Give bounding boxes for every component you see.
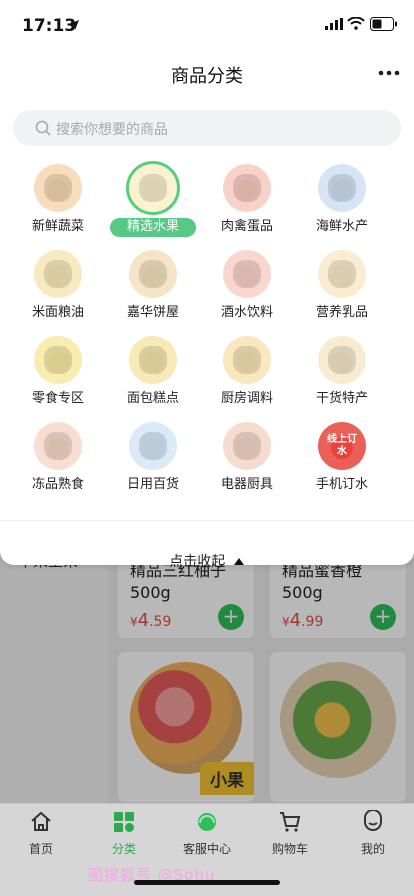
- category-item[interactable]: 精选水果: [105, 161, 201, 237]
- home-indicator: [134, 880, 280, 885]
- category-item[interactable]: 干货特产: [294, 336, 390, 407]
- page-title: 商品分类: [171, 66, 243, 87]
- dairy-icon: [318, 250, 366, 298]
- frozen-food-icon: [34, 422, 82, 470]
- product-illustration: [327, 259, 357, 289]
- appliance-icon: [223, 422, 271, 470]
- signal-icon: [325, 18, 343, 30]
- category-label: 精选水果: [110, 218, 196, 237]
- tab-profile[interactable]: 我的: [332, 810, 414, 857]
- category-icon: [114, 812, 134, 832]
- category-item[interactable]: 海鲜水产: [294, 164, 390, 235]
- category-label: 日用百货: [126, 477, 179, 492]
- daily-goods-icon: [129, 422, 177, 470]
- category-label: 厨房调料: [220, 391, 273, 406]
- tab-label: 购物车: [271, 842, 308, 856]
- cart-icon: [280, 812, 301, 832]
- water-order-badge-text: 线上订水: [327, 434, 357, 457]
- product-illustration: [327, 345, 357, 375]
- tab-label: 客服中心: [182, 842, 231, 856]
- product-illustration: [327, 173, 357, 203]
- category-item[interactable]: 嘉华饼屋: [105, 250, 201, 321]
- search-icon: [35, 120, 51, 136]
- battery-icon: [370, 17, 397, 31]
- category-label: 手机订水: [315, 477, 368, 492]
- tab-cart[interactable]: 购物车: [249, 810, 331, 857]
- meat-icon: [223, 164, 271, 212]
- tab-label: 分类: [111, 842, 136, 856]
- fruit-icon: [126, 161, 180, 215]
- category-label: 米面粮油: [31, 305, 84, 320]
- tab-label: 我的: [360, 842, 385, 856]
- collapse-button[interactable]: 点击收起: [0, 520, 414, 570]
- category-label: 电器厨具: [220, 477, 273, 492]
- search-input[interactable]: 搜索你想要的商品: [13, 110, 401, 146]
- profile-icon: [364, 810, 382, 831]
- category-item[interactable]: 米面粮油: [10, 250, 106, 321]
- category-item[interactable]: 营养乳品: [294, 250, 390, 321]
- category-panel: 17:13 商品分类 搜索你想要的商品 新鲜蔬菜 精选水果 肉禽蛋品 海鲜水产米面粮油…: [0, 0, 414, 570]
- category-item[interactable]: 线上订水 手机订水: [294, 422, 390, 493]
- product-illustration: [43, 431, 73, 461]
- tab-label: 首页: [28, 842, 53, 856]
- vegetables-icon: [34, 164, 82, 212]
- tab-service[interactable]: 客服中心: [166, 810, 248, 857]
- tab-category[interactable]: 分类: [83, 810, 165, 857]
- product-illustration: [138, 431, 168, 461]
- category-label: 营养乳品: [315, 305, 368, 320]
- seafood-icon: [318, 164, 366, 212]
- dried-goods-icon: [318, 336, 366, 384]
- category-label: 新鲜蔬菜: [31, 219, 84, 234]
- category-label: 面包糕点: [126, 391, 179, 406]
- snacks-icon: [34, 336, 82, 384]
- category-label: 酒水饮料: [220, 305, 273, 320]
- location-arrow-icon: [69, 20, 79, 30]
- category-item[interactable]: 电器厨具: [199, 422, 295, 493]
- more-icon[interactable]: [378, 66, 400, 80]
- drinks-icon: [223, 250, 271, 298]
- product-illustration: [232, 173, 262, 203]
- category-item[interactable]: 冻品熟食: [10, 422, 106, 493]
- category-item[interactable]: 零食专区: [10, 336, 106, 407]
- status-bar: 17:13: [0, 0, 414, 50]
- category-item[interactable]: 肉禽蛋品: [199, 164, 295, 235]
- product-illustration: [232, 259, 262, 289]
- category-item[interactable]: 新鲜蔬菜: [10, 164, 106, 235]
- category-label: 干货特产: [315, 391, 368, 406]
- seasoning-icon: [223, 336, 271, 384]
- product-illustration: [43, 259, 73, 289]
- grain-oil-icon: [34, 250, 82, 298]
- category-label: 肉禽蛋品: [220, 219, 273, 234]
- category-label: 零食专区: [31, 391, 84, 406]
- product-illustration: [138, 173, 168, 203]
- product-illustration: [232, 431, 262, 461]
- product-illustration: [138, 345, 168, 375]
- category-item[interactable]: 日用百货: [105, 422, 201, 493]
- service-icon: [198, 813, 216, 831]
- product-illustration: [138, 259, 168, 289]
- category-label: 海鲜水产: [315, 219, 368, 234]
- home-icon: [31, 811, 51, 831]
- bakery-icon: [129, 250, 177, 298]
- wifi-icon: [347, 17, 365, 30]
- product-illustration: [43, 345, 73, 375]
- collapse-label: 点击收起: [169, 554, 226, 570]
- product-illustration: [43, 173, 73, 203]
- category-item[interactable]: 厨房调料: [199, 336, 295, 407]
- category-item[interactable]: 面包糕点: [105, 336, 201, 407]
- category-item[interactable]: 酒水饮料: [199, 250, 295, 321]
- tab-home[interactable]: 首页: [0, 810, 82, 857]
- category-label: 冻品熟食: [31, 477, 84, 492]
- water-order-icon: 线上订水: [318, 422, 366, 470]
- bread-icon: [129, 336, 177, 384]
- caret-up-icon: [233, 558, 244, 565]
- category-label: 嘉华饼屋: [126, 305, 179, 320]
- product-illustration: [232, 345, 262, 375]
- search-placeholder: 搜索你想要的商品: [56, 122, 168, 138]
